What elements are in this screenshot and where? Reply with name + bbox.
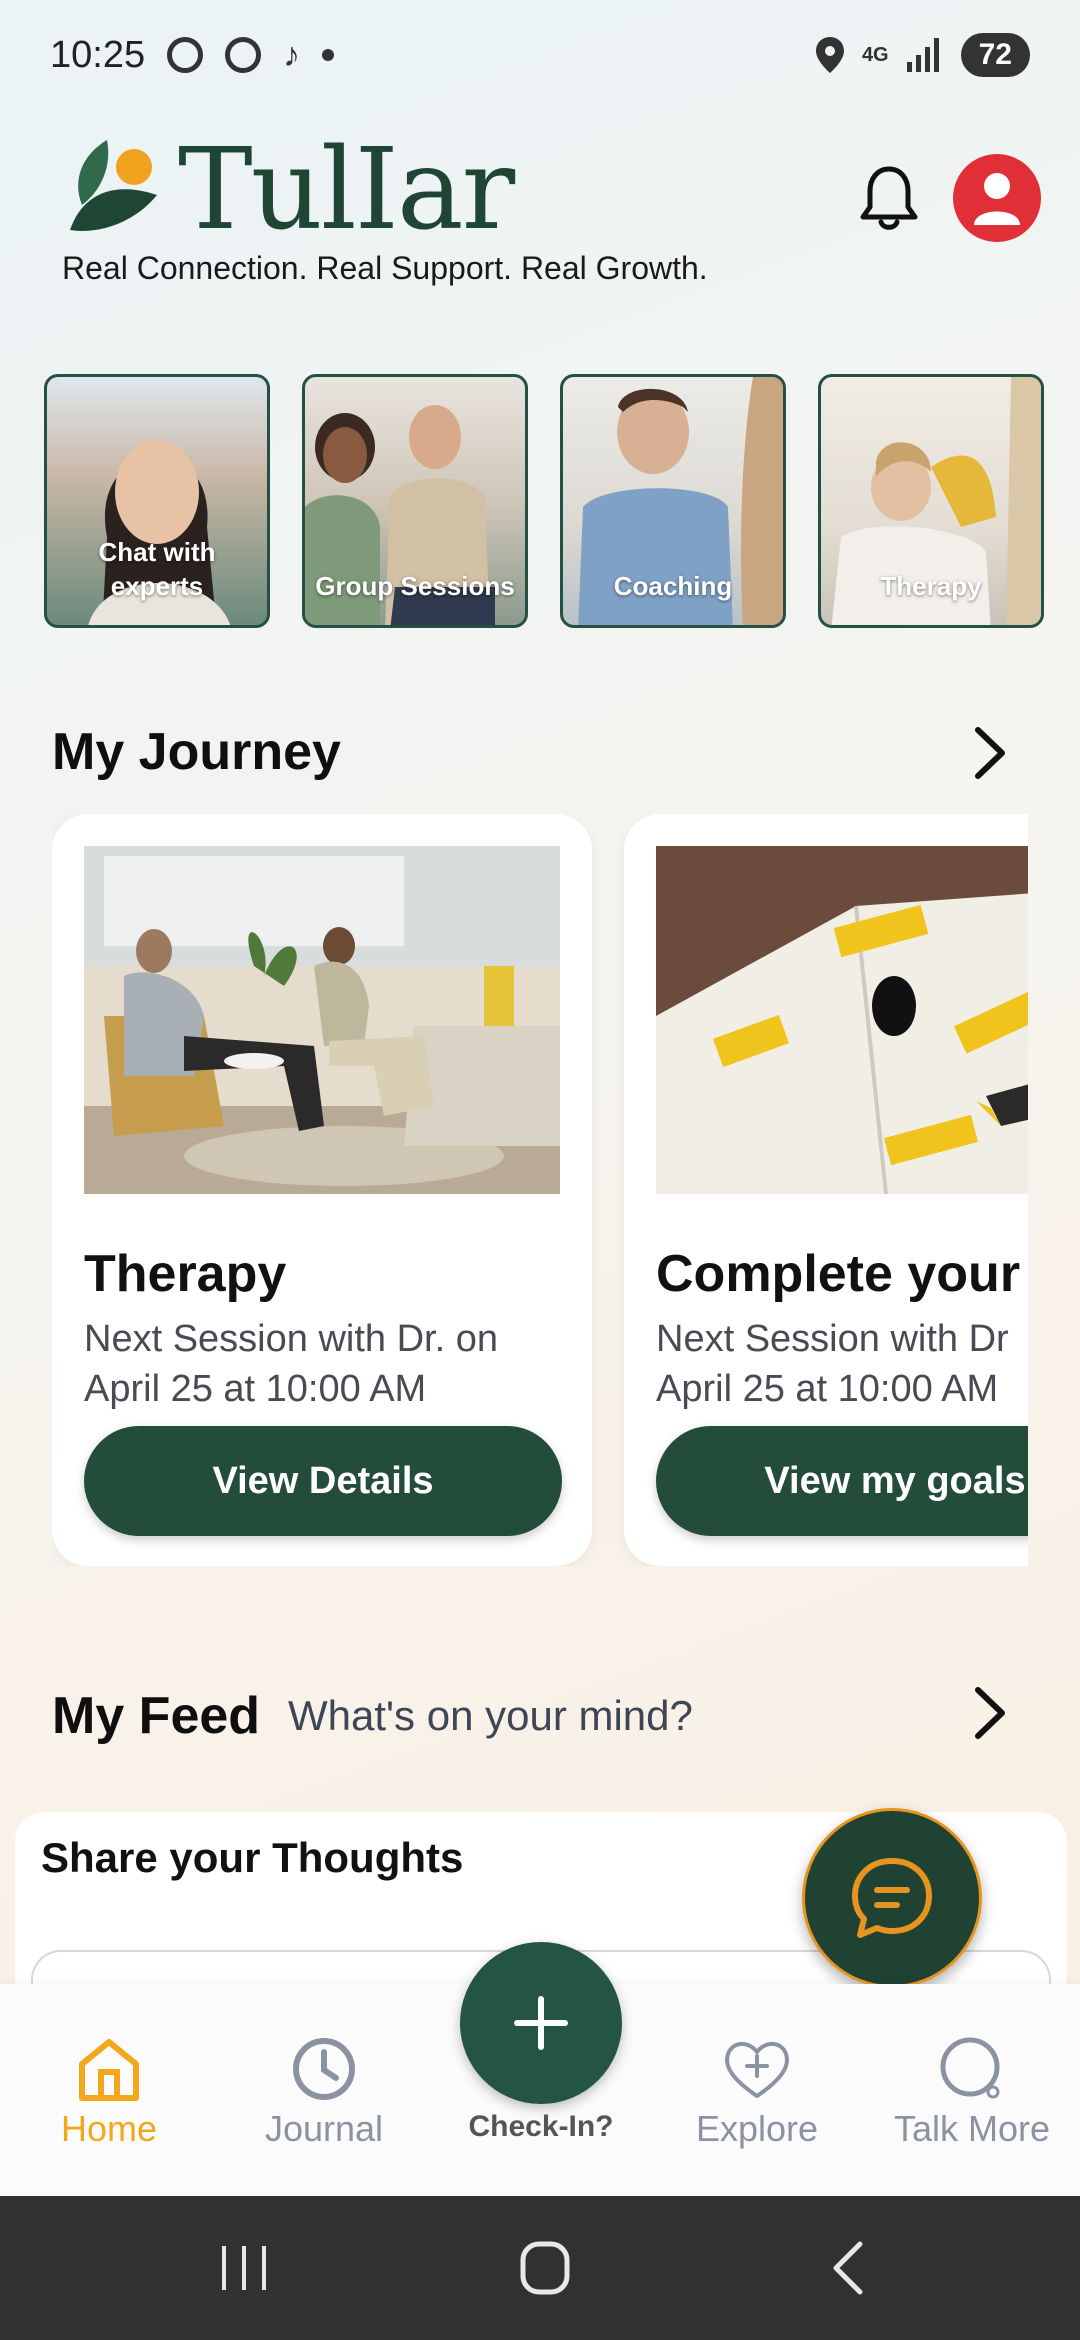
check-in-button[interactable]: [460, 1942, 622, 2104]
app-logo: TulIar: [62, 125, 515, 255]
my-journey-title: My Journey: [52, 723, 341, 781]
notification-dot-icon: [322, 49, 335, 61]
category-chat-with-experts[interactable]: Chat with experts: [44, 374, 270, 628]
journey-card-subtitle: Next Session with Dr April 25 at 10:00 A…: [656, 1314, 1028, 1414]
goals-notebook-image: [656, 846, 1028, 1194]
session-date: April 25 at 10:00 AM: [656, 1368, 999, 1410]
category-label: Group Sessions: [315, 571, 515, 601]
journey-card-therapy[interactable]: Therapy Next Session with Dr. on April 2…: [52, 814, 592, 1566]
category-tiles: Chat with experts Group Sessions Coachin…: [44, 374, 1044, 628]
category-therapy[interactable]: Therapy: [818, 374, 1044, 628]
download-icon: [225, 37, 262, 73]
journey-card-goals[interactable]: Complete your Next Session with Dr April…: [624, 814, 1028, 1566]
home-nav-icon[interactable]: [515, 2240, 575, 2296]
talk-bubble-icon: [940, 2037, 1000, 2099]
journey-chevron-right-icon[interactable]: [972, 726, 1008, 780]
category-label: Therapy: [880, 571, 982, 601]
my-feed-title: My Feed: [52, 1687, 261, 1745]
session-info: Next Session with Dr: [656, 1318, 1009, 1360]
nav-label: Talk More: [893, 2108, 1051, 2149]
category-label: Coaching: [613, 571, 733, 601]
recent-apps-icon[interactable]: [214, 2240, 274, 2296]
journey-card-title: Therapy: [84, 1245, 287, 1303]
chrome-icon: [167, 37, 204, 73]
journey-card-title: Complete your: [656, 1245, 1021, 1303]
location-icon: [815, 37, 844, 73]
logo-text: TulIar: [178, 125, 515, 255]
chat-bubble-icon: [852, 1858, 932, 1938]
nav-home[interactable]: Home: [4, 1984, 214, 2196]
tagline: Real Connection. Real Support. Real Grow…: [62, 250, 708, 286]
battery-level: 72: [960, 33, 1030, 77]
signal-icon: [906, 38, 939, 72]
plus-icon: [514, 1996, 568, 2050]
nav-journal[interactable]: Journal: [219, 1984, 429, 2196]
view-my-goals-button[interactable]: View my goals: [656, 1426, 1028, 1536]
back-icon[interactable]: [820, 2240, 880, 2296]
nav-label: Home: [60, 2108, 158, 2149]
user-icon: [974, 173, 1020, 225]
tiktok-icon: ♪: [283, 35, 301, 74]
nav-explore[interactable]: Explore: [652, 1984, 862, 2196]
share-thoughts-title: Share your Thoughts: [41, 1834, 464, 1881]
feed-chevron-right-icon[interactable]: [972, 1686, 1008, 1740]
chat-fab-button[interactable]: [802, 1808, 982, 1988]
therapy-session-image: [84, 846, 560, 1194]
clock-icon: [293, 2038, 355, 2100]
session-info: Next Session with Dr. on: [84, 1318, 498, 1360]
category-label: Chat with experts: [98, 537, 216, 601]
category-group-sessions[interactable]: Group Sessions: [302, 374, 528, 628]
nav-label: Journal: [264, 2108, 384, 2149]
journey-carousel[interactable]: Therapy Next Session with Dr. on April 2…: [52, 814, 1028, 1566]
system-navigation-bar: [0, 2196, 1080, 2340]
view-details-button[interactable]: View Details: [84, 1426, 562, 1536]
check-in-label: Check-In?: [468, 2110, 614, 2143]
nav-talk-more[interactable]: Talk More: [867, 1984, 1077, 2196]
feed-prompt[interactable]: What's on your mind?: [288, 1692, 693, 1740]
notification-bell-icon[interactable]: [860, 165, 918, 231]
home-icon: [79, 2039, 139, 2101]
category-coaching[interactable]: Coaching: [560, 374, 786, 628]
session-date: April 25 at 10:00 AM: [84, 1368, 427, 1410]
heart-plus-icon: [725, 2042, 789, 2098]
journey-card-subtitle: Next Session with Dr. on April 25 at 10:…: [84, 1314, 584, 1414]
status-bar: 10:25 ♪ 4G 72: [0, 0, 1080, 110]
profile-avatar[interactable]: [953, 154, 1041, 242]
status-time: 10:25: [50, 33, 146, 76]
nav-label: Explore: [695, 2108, 819, 2149]
network-type: 4G: [861, 44, 889, 66]
logo-leaf-hand-icon: [70, 140, 157, 231]
